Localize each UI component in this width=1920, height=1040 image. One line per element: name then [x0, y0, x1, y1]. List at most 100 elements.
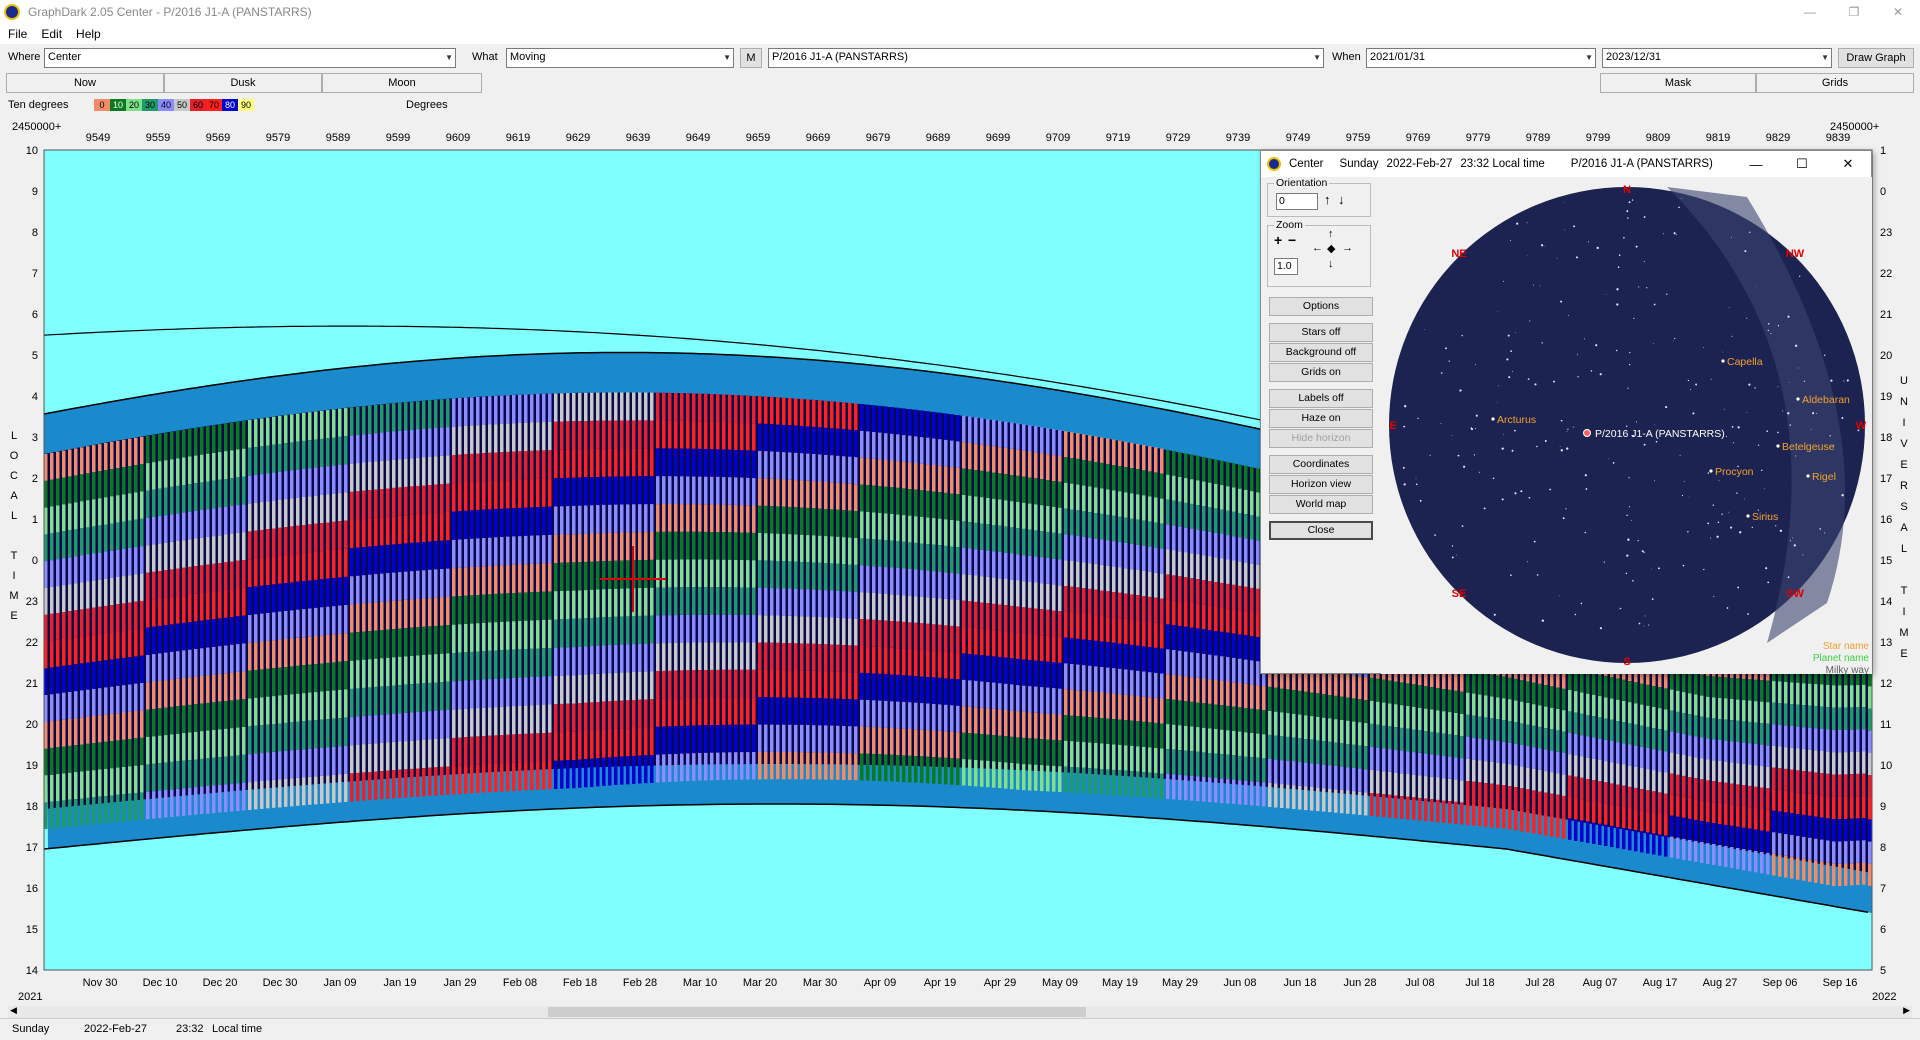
where-select[interactable]: Center ▼ — [44, 48, 456, 68]
menu-help[interactable]: Help — [76, 27, 101, 41]
app-logo-icon — [4, 4, 20, 20]
jd-tick-label: 9829 — [1766, 132, 1790, 144]
star-dot — [1643, 261, 1645, 263]
pan-down-icon[interactable]: ↓ — [1328, 258, 1334, 270]
star-dot — [1404, 405, 1407, 408]
tab-moon[interactable]: Moon — [322, 73, 482, 93]
background-toggle-button[interactable]: Background off — [1269, 343, 1373, 362]
maximize-button[interactable]: ❐ — [1832, 0, 1876, 24]
star-dot — [1474, 364, 1476, 365]
star-dot — [1595, 344, 1598, 347]
rotate-up-icon[interactable]: ↑ — [1324, 192, 1331, 207]
local-hour-label: 21 — [26, 678, 38, 690]
local-hour-label: 10 — [26, 145, 38, 157]
sky-view-window[interactable]: Center Sunday 2022-Feb-27 23:32 Local ti… — [1260, 150, 1872, 674]
options-button[interactable]: Options — [1269, 297, 1373, 316]
hide-horizon-button[interactable]: Hide horizon — [1269, 429, 1373, 448]
star-dot — [1623, 237, 1625, 239]
right-axis-letter: T — [1901, 585, 1908, 597]
jd-tick-label: 9579 — [266, 132, 290, 144]
star-dot — [1475, 414, 1478, 417]
sky-window-titlebar[interactable]: Center Sunday 2022-Feb-27 23:32 Local ti… — [1261, 151, 1871, 177]
star-dot — [1666, 293, 1668, 295]
star-dot — [1678, 206, 1680, 209]
date-tick-label: Jan 19 — [383, 977, 416, 989]
star-dot — [1665, 406, 1668, 409]
date-tick-label: Dec 30 — [263, 977, 298, 989]
star-dot — [1583, 338, 1585, 340]
compass-nw: NW — [1786, 248, 1805, 260]
minimize-button[interactable]: — — [1788, 0, 1832, 24]
draw-graph-button[interactable]: Draw Graph — [1838, 48, 1914, 68]
star-dot — [1563, 202, 1564, 203]
sky-close-x-button[interactable]: ✕ — [1825, 151, 1871, 177]
star-dot — [1580, 602, 1583, 605]
pan-right-icon[interactable]: → — [1342, 242, 1353, 254]
ut-hour-label: 9 — [1880, 801, 1886, 813]
menu-edit[interactable]: Edit — [41, 27, 62, 41]
start-date-select[interactable]: 2021/01/31 ▼ — [1366, 48, 1596, 68]
pan-up-icon[interactable]: ↑ — [1328, 228, 1334, 240]
zoom-in-icon[interactable]: + — [1274, 232, 1282, 248]
world-map-button[interactable]: World map — [1269, 495, 1373, 514]
scroll-left-icon[interactable]: ◀ — [10, 1005, 17, 1016]
tab-mask[interactable]: Mask — [1600, 73, 1756, 93]
labels-toggle-button[interactable]: Labels off — [1269, 389, 1373, 408]
scroll-right-icon[interactable]: ▶ — [1903, 1005, 1910, 1016]
star-dot — [1644, 615, 1646, 617]
star-dot — [1461, 525, 1464, 527]
date-tick-label: Dec 20 — [203, 977, 238, 989]
scroll-thumb[interactable] — [548, 1007, 1086, 1017]
star-dot — [1549, 488, 1551, 491]
star-dot — [1434, 534, 1436, 536]
jd-tick-label: 9729 — [1166, 132, 1190, 144]
star-dot — [1509, 239, 1512, 242]
object-select[interactable]: P/2016 J1-A (PANSTARRS) ▼ — [768, 48, 1324, 68]
haze-toggle-button[interactable]: Haze on — [1269, 409, 1373, 428]
jd-tick-label: 9549 — [86, 132, 110, 144]
star-dot — [1584, 531, 1587, 534]
horizon-view-button[interactable]: Horizon view — [1269, 475, 1373, 494]
chevron-down-icon: ▼ — [1585, 53, 1593, 62]
star-dot — [1628, 477, 1630, 479]
menu-file[interactable]: File — [8, 27, 27, 41]
pan-left-icon[interactable]: ← — [1312, 242, 1323, 254]
star-dot — [1506, 358, 1509, 361]
jd-tick-label: 9739 — [1226, 132, 1250, 144]
star-dot — [1787, 315, 1790, 318]
rotate-down-icon[interactable]: ↓ — [1338, 192, 1345, 207]
sky-chart[interactable]: N NE NW E W SE SW S Capella Aldebaran Arcturus Bete… — [1381, 177, 1872, 674]
coordinates-button[interactable]: Coordinates — [1269, 455, 1373, 474]
grids-toggle-button[interactable]: Grids on — [1269, 363, 1373, 382]
star-dot — [1843, 380, 1845, 382]
star-dot — [1841, 417, 1844, 419]
pan-center-icon[interactable]: ◆ — [1327, 242, 1335, 255]
close-button[interactable]: Close — [1269, 521, 1373, 540]
tab-dusk[interactable]: Dusk — [164, 73, 322, 93]
tab-grids[interactable]: Grids — [1756, 73, 1914, 93]
sky-minimize-button[interactable]: — — [1733, 151, 1779, 177]
star-dot — [1424, 329, 1426, 330]
what-select[interactable]: Moving ▼ — [506, 48, 734, 68]
star-dot — [1440, 372, 1443, 374]
star-name-label: Rigel — [1812, 471, 1836, 483]
compass-sw: SW — [1786, 588, 1804, 600]
stars-toggle-button[interactable]: Stars off — [1269, 323, 1373, 342]
close-window-button[interactable]: ✕ — [1876, 0, 1920, 24]
sky-maximize-button[interactable]: ☐ — [1779, 151, 1825, 177]
m-button[interactable]: M — [740, 48, 762, 68]
star-dot — [1415, 483, 1418, 486]
tab-now[interactable]: Now — [6, 73, 164, 93]
zoom-out-icon[interactable]: − — [1288, 232, 1296, 248]
end-date-select[interactable]: 2023/12/31 ▼ — [1602, 48, 1832, 68]
local-hour-label: 18 — [26, 801, 38, 813]
horizontal-scrollbar[interactable]: ◀ ▶ — [8, 1005, 1912, 1018]
star-dot — [1564, 229, 1566, 231]
star-dot — [1451, 435, 1453, 436]
star-dot — [1516, 222, 1519, 225]
right-axis-letter: S — [1900, 501, 1907, 513]
star-dot — [1497, 311, 1498, 313]
star-dot — [1585, 488, 1588, 490]
orientation-input[interactable]: 0 — [1276, 193, 1318, 210]
zoom-input[interactable]: 1.0 — [1274, 258, 1298, 275]
